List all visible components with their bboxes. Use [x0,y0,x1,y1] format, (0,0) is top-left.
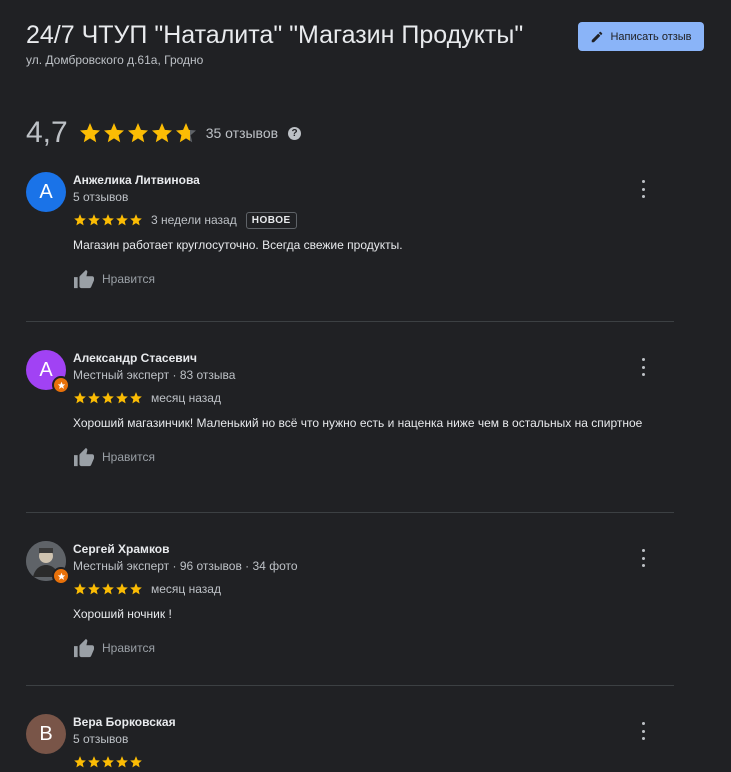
review-text: Хороший ночник ! [73,607,172,621]
thumb-up-icon [74,447,94,467]
star-icon [88,756,100,768]
rating-stars [78,121,198,145]
local-guide-badge-icon [52,376,70,394]
star-icon [116,756,128,768]
review-date: месяц назад [151,582,221,596]
star-icon [116,214,128,226]
star-icon [151,123,172,143]
avatar[interactable]: А [26,172,66,212]
review-text: Хороший магазинчик! Маленький но всё что… [73,416,643,430]
reviewer-name[interactable]: Анжелика Литвинова [73,172,653,188]
star-icon [88,583,100,595]
thumb-up-icon [74,638,94,658]
write-review-label: Написать отзыв [610,30,692,43]
new-badge: НОВОЕ [245,211,297,229]
review-stars [73,755,143,769]
star-icon [103,123,124,143]
review-stars [73,582,143,596]
star-icon [102,756,114,768]
avatar[interactable]: В [26,714,66,754]
star-icon [74,583,86,595]
reviewer-name[interactable]: Александр Стасевич [73,350,653,366]
place-address: ул. Домбровского д.61а, Гродно [26,53,204,67]
divider [26,685,674,686]
review-date: 3 недели назад [151,213,237,227]
avatar-letter: А [39,180,53,203]
like-button[interactable]: Нравится [73,269,653,289]
review-date: месяц назад [151,391,221,405]
star-icon [102,214,114,226]
divider [26,512,674,513]
reviewer-meta: 5 отзывов [73,732,129,746]
avatar-letter: А [39,358,53,381]
star-icon [130,214,142,226]
like-label: Нравится [102,450,155,464]
like-label: Нравится [102,272,155,286]
star-icon [116,583,128,595]
review-stars [73,391,143,405]
more-options-icon[interactable] [636,549,650,567]
like-button[interactable]: Нравится [73,638,653,658]
like-label: Нравится [102,641,155,655]
star-icon [79,123,100,143]
star-icon [74,392,86,404]
star-icon [102,583,114,595]
rating-value: 4,7 [26,116,68,149]
star-icon [88,392,100,404]
star-icon [116,392,128,404]
star-icon [74,214,86,226]
star-icon [127,123,148,143]
star-icon [130,392,142,404]
review-stars [73,213,143,227]
more-options-icon[interactable] [636,358,650,376]
write-review-button[interactable]: Написать отзыв [578,22,704,51]
reviewer-meta: 5 отзывов [73,190,129,204]
reviewer-meta: Местный эксперт · 96 отзывов · 34 фото [73,559,298,573]
help-icon[interactable]: ? [288,126,302,140]
like-button[interactable]: Нравится [73,447,653,467]
thumb-up-icon [74,269,94,289]
pencil-icon [592,31,603,42]
local-guide-badge-icon [52,567,70,585]
star-icon [130,756,142,768]
more-options-icon[interactable] [636,180,650,198]
reviewer-meta: Местный эксперт · 83 отзыва [73,368,236,382]
reviewer-name[interactable]: Вера Борковская [73,714,653,730]
reviewer-name[interactable]: Сергей Храмков [73,541,653,557]
avatar-letter: В [39,722,53,745]
star-half-icon [175,123,196,143]
star-icon [88,214,100,226]
more-options-icon[interactable] [636,722,650,740]
star-icon [74,756,86,768]
divider [26,321,674,322]
reviews-count-link[interactable]: 35 отзывов [206,125,278,141]
star-icon [102,392,114,404]
star-icon [130,583,142,595]
review-text: Магазин работает круглосуточно. Всегда с… [73,238,403,252]
place-title: 24/7 ЧТУП "Наталита" "Магазин Продукты" [26,21,524,49]
place-header: 24/7 ЧТУП "Наталита" "Магазин Продукты" … [26,20,566,67]
rating-summary: 4,7 35 отзывов ? [26,116,302,150]
